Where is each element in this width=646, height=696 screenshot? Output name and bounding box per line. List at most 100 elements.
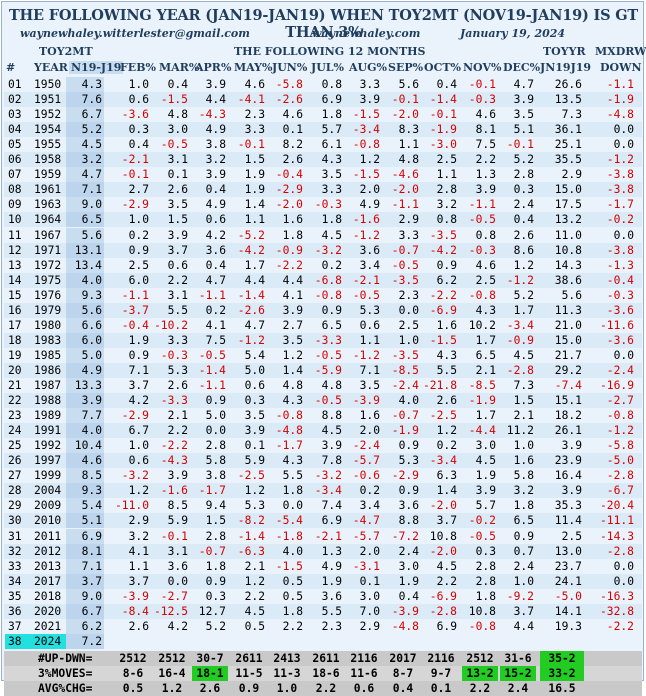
table-cell: -11.0 <box>114 499 149 513</box>
table-cell: -0.8 <box>275 409 303 423</box>
table-cell: 0.0 <box>398 303 419 317</box>
table-cell: -1.5 <box>429 333 457 347</box>
table-cell: 0.0 <box>613 574 634 588</box>
table-cell: -5.0 <box>606 454 634 468</box>
table-cell: 2.6 <box>282 153 303 167</box>
table-row: 38 2024 7.2 <box>4 633 642 649</box>
table-cell: 6.1 <box>321 138 342 152</box>
table-cell: 1.7 <box>475 409 496 423</box>
table-cell: 5.0 <box>205 409 226 423</box>
table-cell: 1967 <box>34 228 62 242</box>
table-cell: 1976 <box>34 288 62 302</box>
table-cell: 5.5 <box>167 303 188 317</box>
table-cell: 15 <box>8 288 22 302</box>
table-cell: 0.4 <box>205 183 226 197</box>
table-cell: 15.0 <box>554 333 582 347</box>
table-cell: 3.3 <box>167 333 188 347</box>
table-cell: 3.7 <box>436 514 457 528</box>
table-cell: 1.0 <box>513 439 534 453</box>
table-cell: 0.9 <box>205 394 226 408</box>
table-cell: 3.5 <box>321 168 342 182</box>
table-cell: 2.2 <box>475 153 496 167</box>
table-cell: -1.4 <box>237 288 265 302</box>
table-cell: 3.3 <box>321 183 342 197</box>
table-row: 14 1975 4.0 6.0 2.2 4.7 4.4 4.4 -6.8 -2.1 -3.5 6.2 2… <box>4 272 642 288</box>
table-cell: 3.3 <box>244 123 265 137</box>
column-header: YEAR <box>34 61 68 74</box>
table-cell: 2.3 <box>398 288 419 302</box>
table-cell: 1.1 <box>244 213 265 227</box>
table-cell: -2.5 <box>237 469 265 483</box>
table-cell: 6.9 <box>436 619 457 633</box>
table-cell: -1.8 <box>275 529 303 543</box>
table-cell: 3.6 <box>205 243 226 257</box>
table-cell: -3.8 <box>606 243 634 257</box>
table-cell: 21.7 <box>554 348 582 362</box>
table-cell: 5.3 <box>398 454 419 468</box>
table-cell: 5.3 <box>359 303 380 317</box>
table-cell: 0.6 <box>359 318 380 332</box>
table-row: 26 1997 4.6 0.6 -4.3 5.8 5.9 4.3 7.8 -5.7 5.3 -3.4 4… <box>4 453 642 469</box>
table-row: 32 2012 8.1 4.1 3.1 -0.7 -6.3 4.0 1.3 2.0 2.4 -2.0 0… <box>4 543 642 559</box>
column-header: JN19J19 <box>540 61 592 74</box>
table-cell: -1.3 <box>606 258 634 272</box>
table-cell: 2.6 <box>513 228 534 242</box>
table-cell: -12.5 <box>153 604 188 618</box>
table-cell: 2.0 <box>359 544 380 558</box>
table-cell: -0.3 <box>606 288 634 302</box>
table-cell: 3.5 <box>359 379 380 392</box>
summary-cell: 35-2 <box>540 650 584 666</box>
table-cell: 5.7 <box>475 499 496 513</box>
table-cell: 3.9 <box>205 168 226 182</box>
table-cell: -6.8 <box>314 273 342 287</box>
table-cell: 6.7 <box>66 107 104 123</box>
table-cell: 2.6 <box>128 619 149 633</box>
table-cell: 4.4 <box>513 619 534 633</box>
table-cell: 0.9 <box>398 484 419 498</box>
table-cell: 4.3 <box>321 153 342 167</box>
table-cell: -2.1 <box>352 273 380 287</box>
table-cell: 1959 <box>34 168 62 182</box>
summary-label: AVG%CHG= <box>38 682 93 695</box>
table-row: 24 1991 4.0 6.7 2.2 0.0 3.9 -4.8 4.5 2.0 -1.9 1.2 -4… <box>4 423 642 439</box>
table-cell: 4.5 <box>66 137 104 153</box>
table-cell: 1.8 <box>282 228 303 242</box>
table-cell: 9.0 <box>66 588 104 604</box>
table-cell: -0.8 <box>468 619 496 633</box>
table-cell: -7.2 <box>391 529 419 543</box>
column-header: MAY% <box>234 61 273 74</box>
table-cell: 2013 <box>34 559 62 573</box>
table-cell: 16.4 <box>554 469 582 483</box>
table-cell: -1.7 <box>198 484 226 498</box>
table-cell: 2.8 <box>205 529 226 543</box>
table-cell: -8.4 <box>121 604 149 618</box>
table-cell: 1.0 <box>513 574 534 588</box>
table-cell: 3.0 <box>359 589 380 603</box>
table-cell: 5.2 <box>66 122 104 138</box>
table-cell: 1.8 <box>282 484 303 498</box>
table-cell: 7.1 <box>66 558 104 574</box>
table-cell: 0.0 <box>613 348 634 362</box>
table-cell: 10.2 <box>468 318 496 332</box>
table-cell: 19.3 <box>554 619 582 633</box>
table-cell: 0.4 <box>128 138 149 152</box>
table-cell: 12.7 <box>198 604 226 618</box>
summary-cell: 2512 <box>466 651 494 665</box>
table-cell: 13 <box>8 258 22 272</box>
author-email: waynewhaley.witterlester@gmail.com <box>20 27 250 40</box>
table-cell: 23.9 <box>554 454 582 468</box>
table-cell: 4.9 <box>205 198 226 212</box>
author-site: waynewhaley.com <box>312 27 421 40</box>
table-cell: 01 <box>8 78 22 91</box>
table-cell: 0.2 <box>205 303 226 317</box>
table-cell: 4.5 <box>475 454 496 468</box>
summary-cell: 11-6 <box>350 666 378 680</box>
table-cell: 0.4 <box>167 78 188 91</box>
table-cell: -1.2 <box>352 348 380 362</box>
table-cell: -0.3 <box>468 243 496 257</box>
table-cell: 2.9 <box>359 619 380 633</box>
table-cell: 6.0 <box>128 273 149 287</box>
table-cell: 6.9 <box>66 528 104 544</box>
table-cell: 5.6 <box>561 288 582 302</box>
table-cell: 4.3 <box>66 77 104 92</box>
